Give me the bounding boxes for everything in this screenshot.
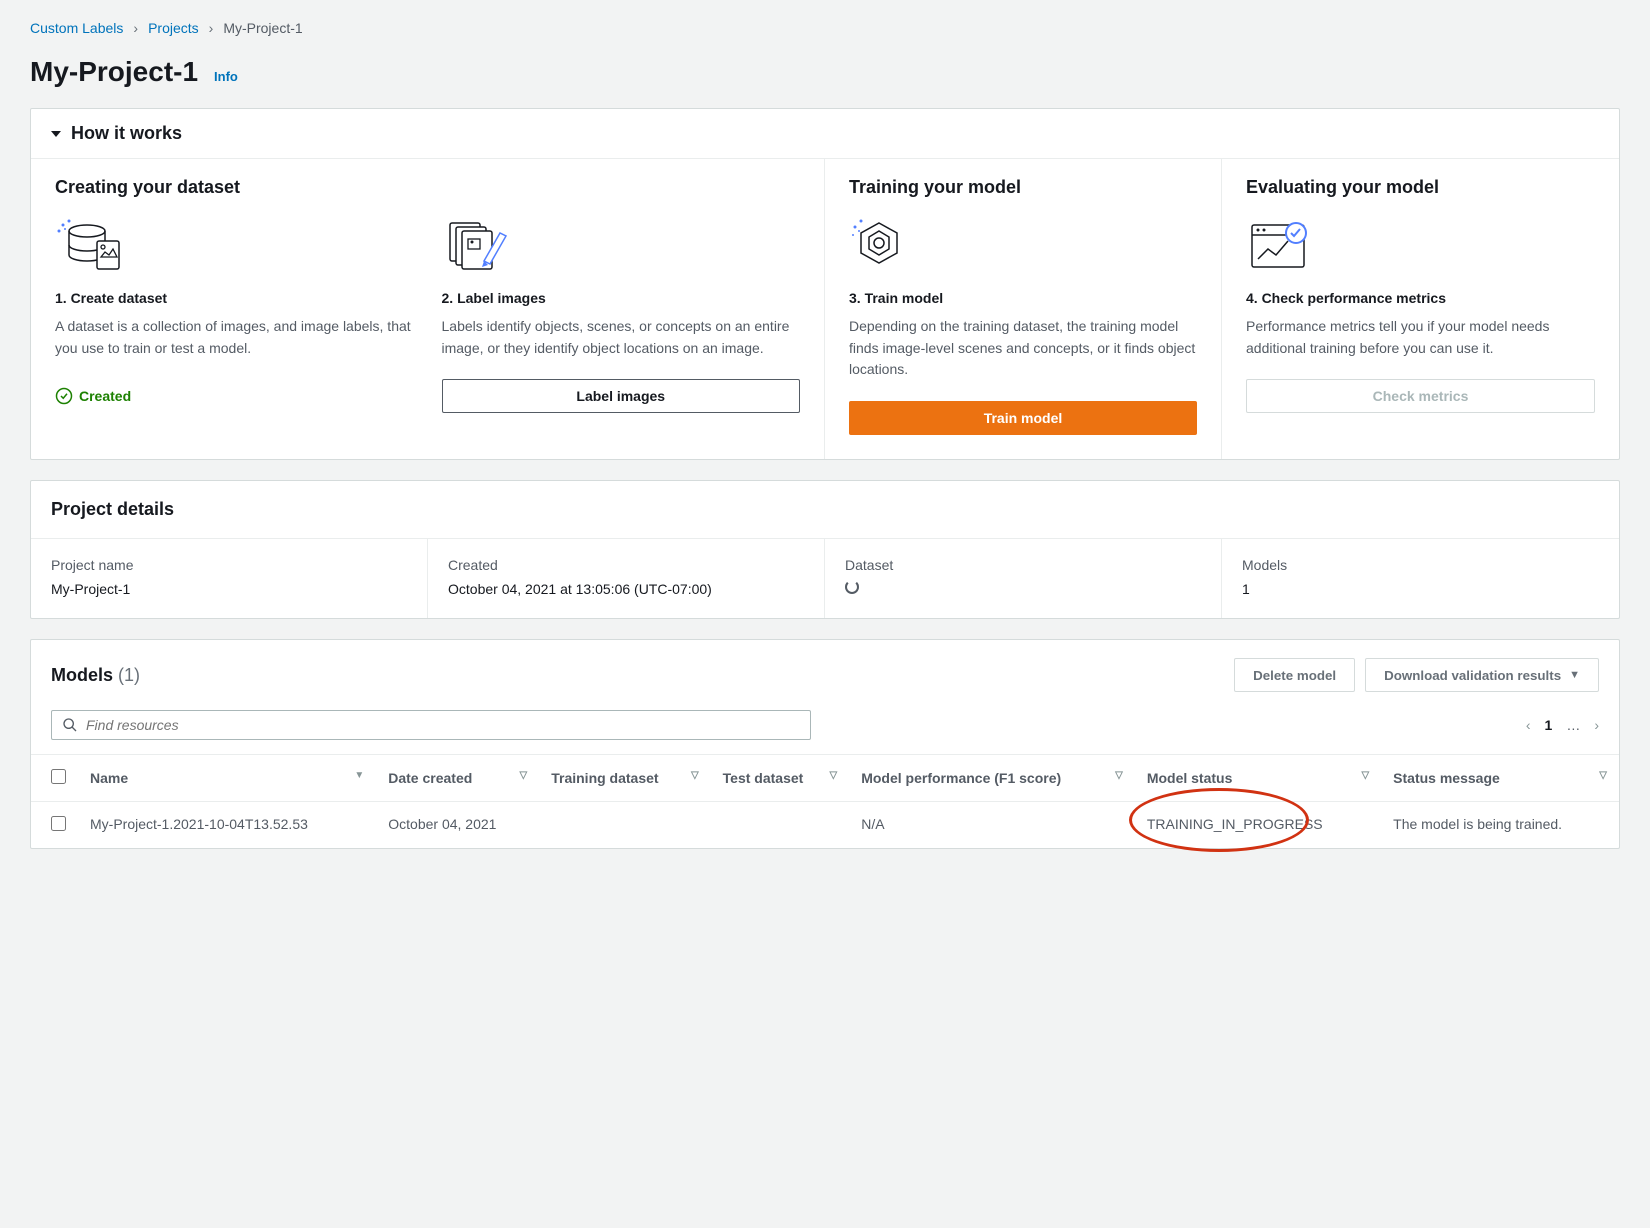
project-details-heading: Project details [51,499,1599,520]
info-link[interactable]: Info [214,69,238,84]
creating-dataset-heading: Creating your dataset [55,177,800,198]
col-status[interactable]: Model status▽ [1135,755,1381,802]
chevron-right-icon: › [133,20,138,36]
col-test-dataset[interactable]: Test dataset▽ [711,755,850,802]
step4-title: 4. Check performance metrics [1246,290,1595,306]
models-heading: Models (1) [51,665,140,686]
search-input[interactable] [86,717,800,733]
page-ellipsis: … [1566,717,1580,733]
cell-train-dataset [539,802,710,849]
models-panel: Models (1) Delete model Download validat… [30,639,1620,849]
check-circle-icon [55,387,73,405]
step1-desc: A dataset is a collection of images, and… [55,316,414,359]
sort-icon: ▽ [1115,770,1123,781]
cell-date: October 04, 2021 [376,802,539,849]
col-date[interactable]: Date created▽ [376,755,539,802]
cell-test-dataset [711,802,850,849]
page-number: 1 [1545,717,1553,733]
sort-icon: ▽ [691,770,699,781]
step3-desc: Depending on the training dataset, the t… [849,316,1197,381]
pagination: ‹ 1 … › [1526,717,1599,733]
created-status: Created [55,387,414,405]
evaluating-heading: Evaluating your model [1246,177,1595,198]
cell-message: The model is being trained. [1381,802,1619,849]
page-title: My-Project-1 [30,56,198,88]
step2-title: 2. Label images [442,290,801,306]
cell-status: TRAINING_IN_PROGRESS [1135,802,1381,849]
sort-desc-icon: ▼ [354,770,364,781]
train-model-icon [849,216,1197,274]
spinner-icon [845,580,859,594]
caret-down-icon: ▼ [1569,669,1580,681]
project-details-panel: Project details Project name My-Project-… [30,480,1620,619]
sort-icon: ▽ [1361,770,1369,781]
dataset-value-loading [845,579,1201,600]
breadcrumb-projects[interactable]: Projects [148,20,199,36]
label-images-button[interactable]: Label images [442,379,801,413]
select-all-checkbox[interactable] [51,769,66,784]
search-icon [62,717,78,733]
breadcrumb-root[interactable]: Custom Labels [30,20,123,36]
dataset-label: Dataset [845,557,1201,573]
step4-desc: Performance metrics tell you if your mod… [1246,316,1595,359]
label-images-icon [442,216,801,274]
col-name[interactable]: Name▼ [78,755,376,802]
models-label: Models [1242,557,1599,573]
project-name-label: Project name [51,557,407,573]
created-value: October 04, 2021 at 13:05:06 (UTC-07:00) [448,579,804,600]
next-page-button[interactable]: › [1594,717,1599,733]
models-value: 1 [1242,579,1599,600]
col-train-dataset[interactable]: Training dataset▽ [539,755,710,802]
training-heading: Training your model [849,177,1197,198]
dataset-icon [55,216,414,274]
download-validation-button[interactable]: Download validation results ▼ [1365,658,1599,692]
prev-page-button[interactable]: ‹ [1526,717,1531,733]
breadcrumb: Custom Labels › Projects › My-Project-1 [30,20,1620,36]
models-table: Name▼ Date created▽ Training dataset▽ Te… [31,754,1619,848]
how-it-works-toggle[interactable]: How it works [31,109,1619,159]
created-label: Created [448,557,804,573]
step1-title: 1. Create dataset [55,290,414,306]
caret-down-icon [51,131,61,137]
project-name-value: My-Project-1 [51,579,407,600]
sort-icon: ▽ [830,770,838,781]
col-message[interactable]: Status message▽ [1381,755,1619,802]
row-checkbox[interactable] [51,816,66,831]
step2-desc: Labels identify objects, scenes, or conc… [442,316,801,359]
sort-icon: ▽ [520,770,528,781]
check-metrics-icon [1246,216,1595,274]
how-it-works-panel: How it works Creating your dataset 1. Cr… [30,108,1620,460]
train-model-button[interactable]: Train model [849,401,1197,435]
search-input-wrapper[interactable] [51,710,811,740]
how-it-works-title: How it works [71,123,182,144]
check-metrics-button: Check metrics [1246,379,1595,413]
breadcrumb-current: My-Project-1 [223,20,302,36]
sort-icon: ▽ [1599,770,1607,781]
col-performance[interactable]: Model performance (F1 score)▽ [849,755,1135,802]
step3-title: 3. Train model [849,290,1197,306]
delete-model-button[interactable]: Delete model [1234,658,1355,692]
cell-performance: N/A [849,802,1135,849]
table-row[interactable]: My-Project-1.2021-10-04T13.52.53 October… [31,802,1619,849]
cell-name: My-Project-1.2021-10-04T13.52.53 [78,802,376,849]
chevron-right-icon: › [209,20,214,36]
